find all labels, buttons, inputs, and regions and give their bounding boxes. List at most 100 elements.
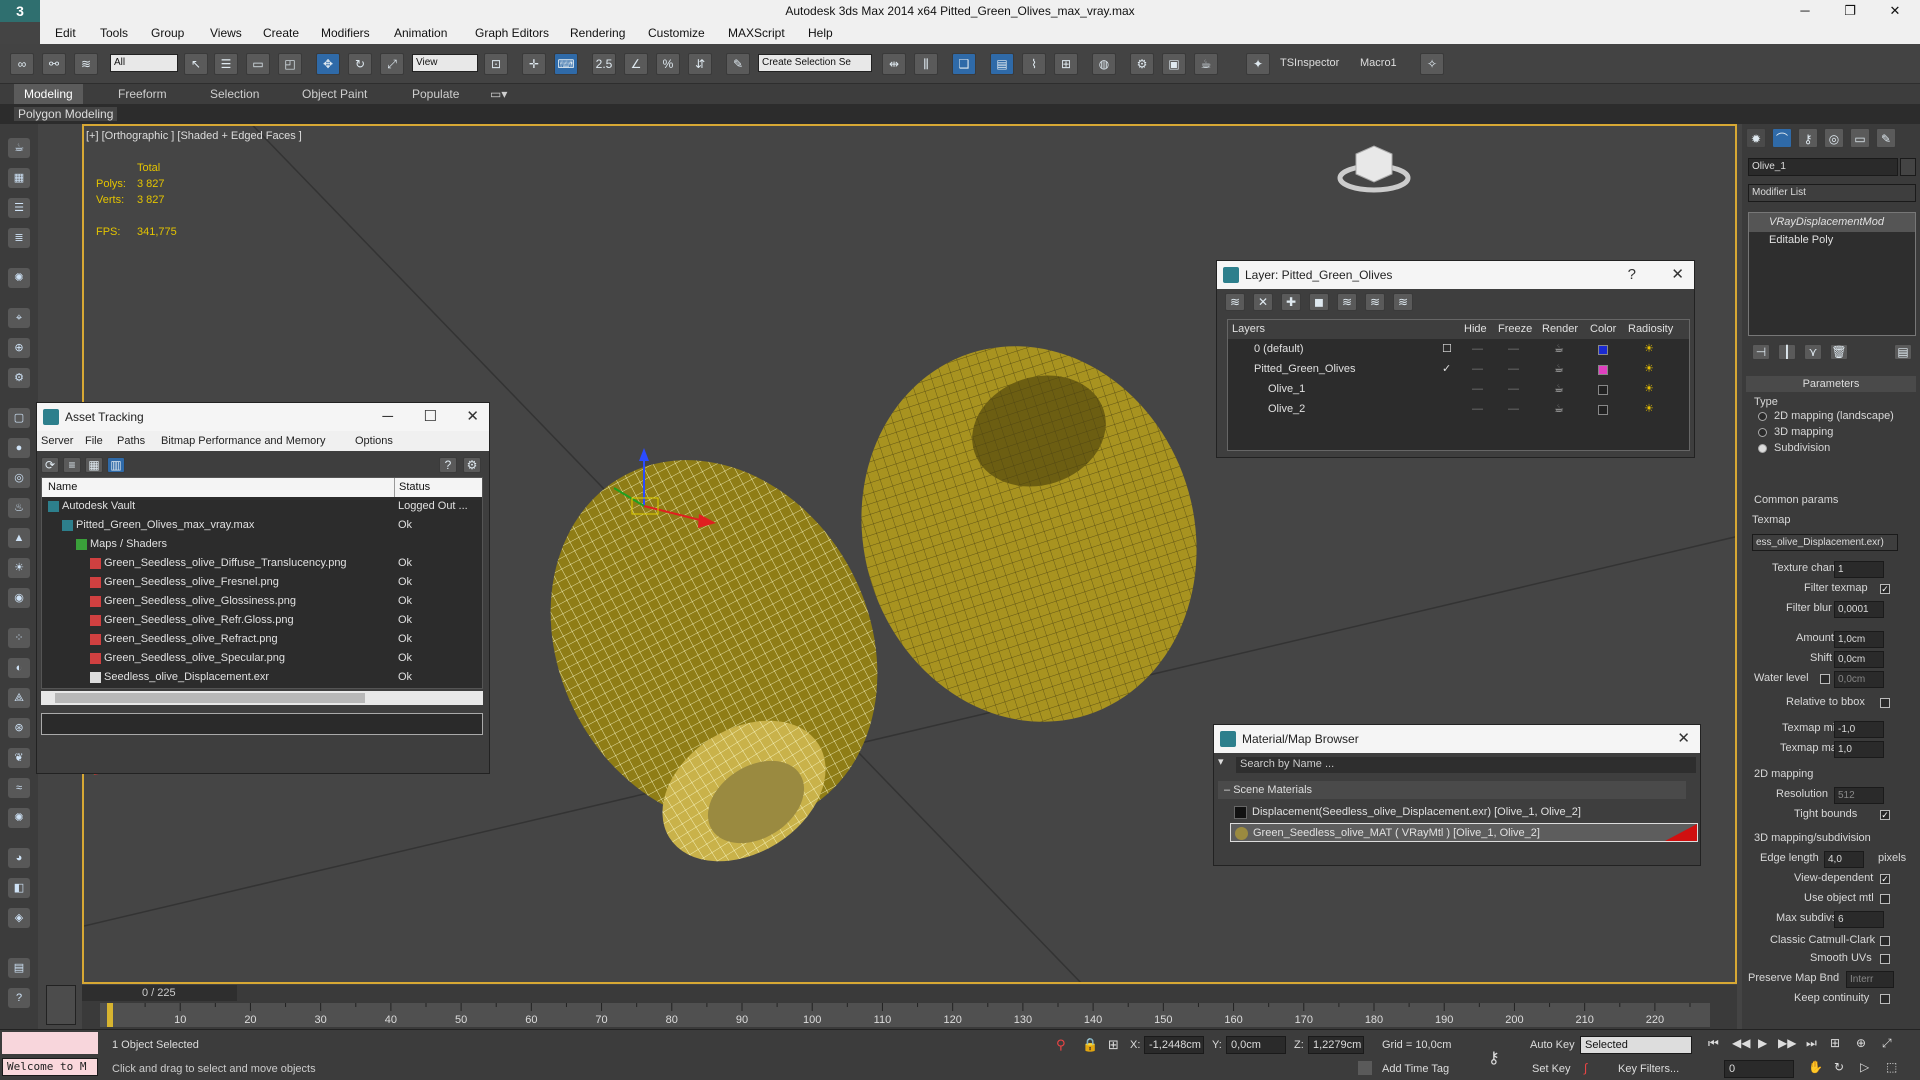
asset-row[interactable]: Green_Seedless_olive_Refract.png Ok [42,630,482,649]
render-setup-icon[interactable]: ⚙ [1130,53,1154,75]
selection-filter-select[interactable]: All [110,54,178,72]
preserve-map-select[interactable]: Interr [1846,971,1894,988]
camera-icon[interactable]: ⌖ [8,308,30,328]
layer-color-swatch[interactable] [1598,365,1608,375]
layer-dialog-titlebar[interactable]: Layer: Pitted_Green_Olives ? ✕ [1217,261,1694,289]
asset-tracking-maximize-button[interactable]: ☐ [424,403,437,431]
auto-key-button[interactable]: Auto Key [1530,1039,1575,1051]
create-tab-icon[interactable]: ✹ [1746,128,1766,148]
scene-materials-group[interactable]: – Scene Materials [1218,781,1686,799]
script-icon[interactable]: ▤ [8,958,30,978]
motion-tab-icon[interactable]: ◎ [1824,128,1844,148]
settings-icon[interactable]: ⚙ [463,457,481,473]
play-icon[interactable]: ▶ [1758,1036,1767,1050]
key-mode-select[interactable]: Selected [1580,1036,1692,1054]
asset-row[interactable]: Seedless_olive_Displacement.exr Ok [42,668,482,687]
asset-row[interactable]: Pitted_Green_Olives_max_vray.max Ok [42,516,482,535]
asset-tracking-titlebar[interactable]: Asset Tracking ☐ ─ ✕ [37,403,489,431]
layer-row[interactable]: Olive_2 — — ☕ ☀ [1228,400,1689,419]
at-menu-options[interactable]: Options [355,435,393,447]
x-coord-field[interactable]: -1,2448cm [1144,1036,1204,1054]
filter-blur-spinner[interactable]: 0,0001 [1834,601,1884,618]
asset-row[interactable]: Green_Seedless_olive_Specular.png Ok [42,649,482,668]
helper-icon[interactable]: ⊕ [8,338,30,358]
layer-hide-toggle[interactable]: — [1472,360,1483,379]
pivot-center-icon[interactable]: ⊡ [484,53,508,75]
viewcube[interactable] [1337,145,1411,193]
select-manipulate-icon[interactable]: ✛ [522,53,546,75]
hair-icon[interactable]: ≈ [8,778,30,798]
layer-row[interactable]: Pitted_Green_Olives — — ☕ ☀ ✓ [1228,360,1689,379]
pin-stack-icon[interactable]: ⊣ [1752,344,1770,360]
key-icon[interactable]: ⚷ [1488,1048,1500,1068]
go-to-end-icon[interactable]: ⏭ [1806,1036,1817,1051]
viewport-label-menu[interactable]: [+] [Orthographic ] [Shaded + Edged Face… [86,130,302,142]
horizontal-scrollbar[interactable] [41,691,483,705]
layer-manager-icon[interactable]: ❑ [952,53,976,75]
select-scale-icon[interactable]: ⤢ [380,53,404,75]
menu-customize[interactable]: Customize [648,26,705,40]
close-button[interactable]: ✕ [1875,2,1915,20]
thumbnail-view-icon[interactable]: ▦ [85,457,103,473]
layer-color-swatch[interactable] [1598,345,1608,355]
refresh-icon[interactable]: ⟳ [41,457,59,473]
cone-icon[interactable]: ▲ [8,528,30,548]
box-icon[interactable]: ▢ [8,408,30,428]
tsinspector-icon[interactable]: ✦ [1246,53,1270,75]
render-icon[interactable]: ▦ [8,168,30,188]
scene-explorer-icon[interactable]: ☰ [8,198,30,218]
hide-all-layers-icon[interactable]: ≋ [1365,293,1385,311]
layer-row[interactable]: Olive_1 — — ☕ ☀ [1228,380,1689,399]
maxscript-listener-field[interactable]: Welcome to M [2,1058,98,1076]
macro-label[interactable]: Macro1 [1360,57,1397,69]
object-color-swatch[interactable] [1900,158,1916,176]
object-name-field[interactable]: Olive_1 [1748,158,1898,176]
layer-render-teapot-icon[interactable]: ☕ [1554,360,1564,379]
col-name-header[interactable]: Name [48,478,77,497]
bones-icon[interactable]: ⟁ [8,688,30,708]
water-level-checkbox[interactable] [1820,674,1830,684]
percent-snap-icon[interactable]: % [656,53,680,75]
table-view-icon[interactable]: ▥ [107,457,125,473]
layer-radiosity-icon[interactable]: ☀ [1644,380,1654,399]
rendered-frame-window-icon[interactable]: ▣ [1162,53,1186,75]
layer-radiosity-icon[interactable]: ☀ [1644,340,1654,359]
material-browser-titlebar[interactable]: Material/Map Browser ✕ [1214,725,1700,753]
proxy-icon[interactable]: ◧ [8,878,30,898]
layer-close-button[interactable]: ✕ [1671,261,1684,289]
curve-editor-icon[interactable]: ⌇ [1022,53,1046,75]
rect-selection-icon[interactable]: ▭ [246,53,270,75]
water-level-spinner[interactable]: 0,0cm [1834,671,1884,688]
layer-render-teapot-icon[interactable]: ☕ [1554,340,1564,359]
show-end-result-icon[interactable]: ┃ [1778,344,1796,360]
sphere-icon[interactable]: ● [8,438,30,458]
make-unique-icon[interactable]: ⋎ [1804,344,1822,360]
olive-2-mesh[interactable] [813,302,1244,765]
material-browser-close-button[interactable]: ✕ [1677,725,1690,753]
add-time-tag-icon[interactable] [1358,1061,1372,1075]
teapot-icon[interactable]: ☕ [8,138,30,158]
teapot-primitive-icon[interactable]: ♨ [8,498,30,518]
scrollbar-thumb[interactable] [55,693,365,703]
select-by-name-icon[interactable]: ☰ [214,53,238,75]
type-3d-mapping-label[interactable]: 3D mapping [1774,426,1833,438]
asset-row[interactable]: Green_Seedless_olive_Refr.Gloss.png Ok [42,611,482,630]
snap-toggle-icon[interactable]: 2.5 [592,53,616,75]
help-icon[interactable]: ? [439,457,457,473]
stack-item-vray-displacement[interactable]: VRayDisplacementMod [1749,213,1915,232]
layer-hide-toggle[interactable]: — [1472,340,1483,359]
lock-selection-icon[interactable]: 🔒 [1082,1037,1098,1053]
field-of-view-icon[interactable]: ▷ [1860,1060,1869,1074]
globe-icon[interactable]: ⊛ [8,718,30,738]
configure-modifier-sets-icon[interactable]: ▤ [1894,344,1912,360]
z-coord-field[interactable]: 1,2279cm [1308,1036,1364,1054]
asset-row[interactable]: Green_Seedless_olive_Glossiness.png Ok [42,592,482,611]
menu-help[interactable]: Help [808,26,833,40]
spinner-snap-icon[interactable]: ⇵ [688,53,712,75]
link-icon[interactable]: ∞ [10,53,34,75]
tsinspector-label[interactable]: TSInspector [1280,57,1339,69]
asset-row[interactable]: Green_Seedless_olive_Fresnel.png Ok [42,573,482,592]
col-hide-header[interactable]: Hide [1464,320,1487,339]
select-object-icon[interactable]: ↖ [184,53,208,75]
maximize-viewport-icon[interactable]: ⤢ [1882,1036,1892,1051]
